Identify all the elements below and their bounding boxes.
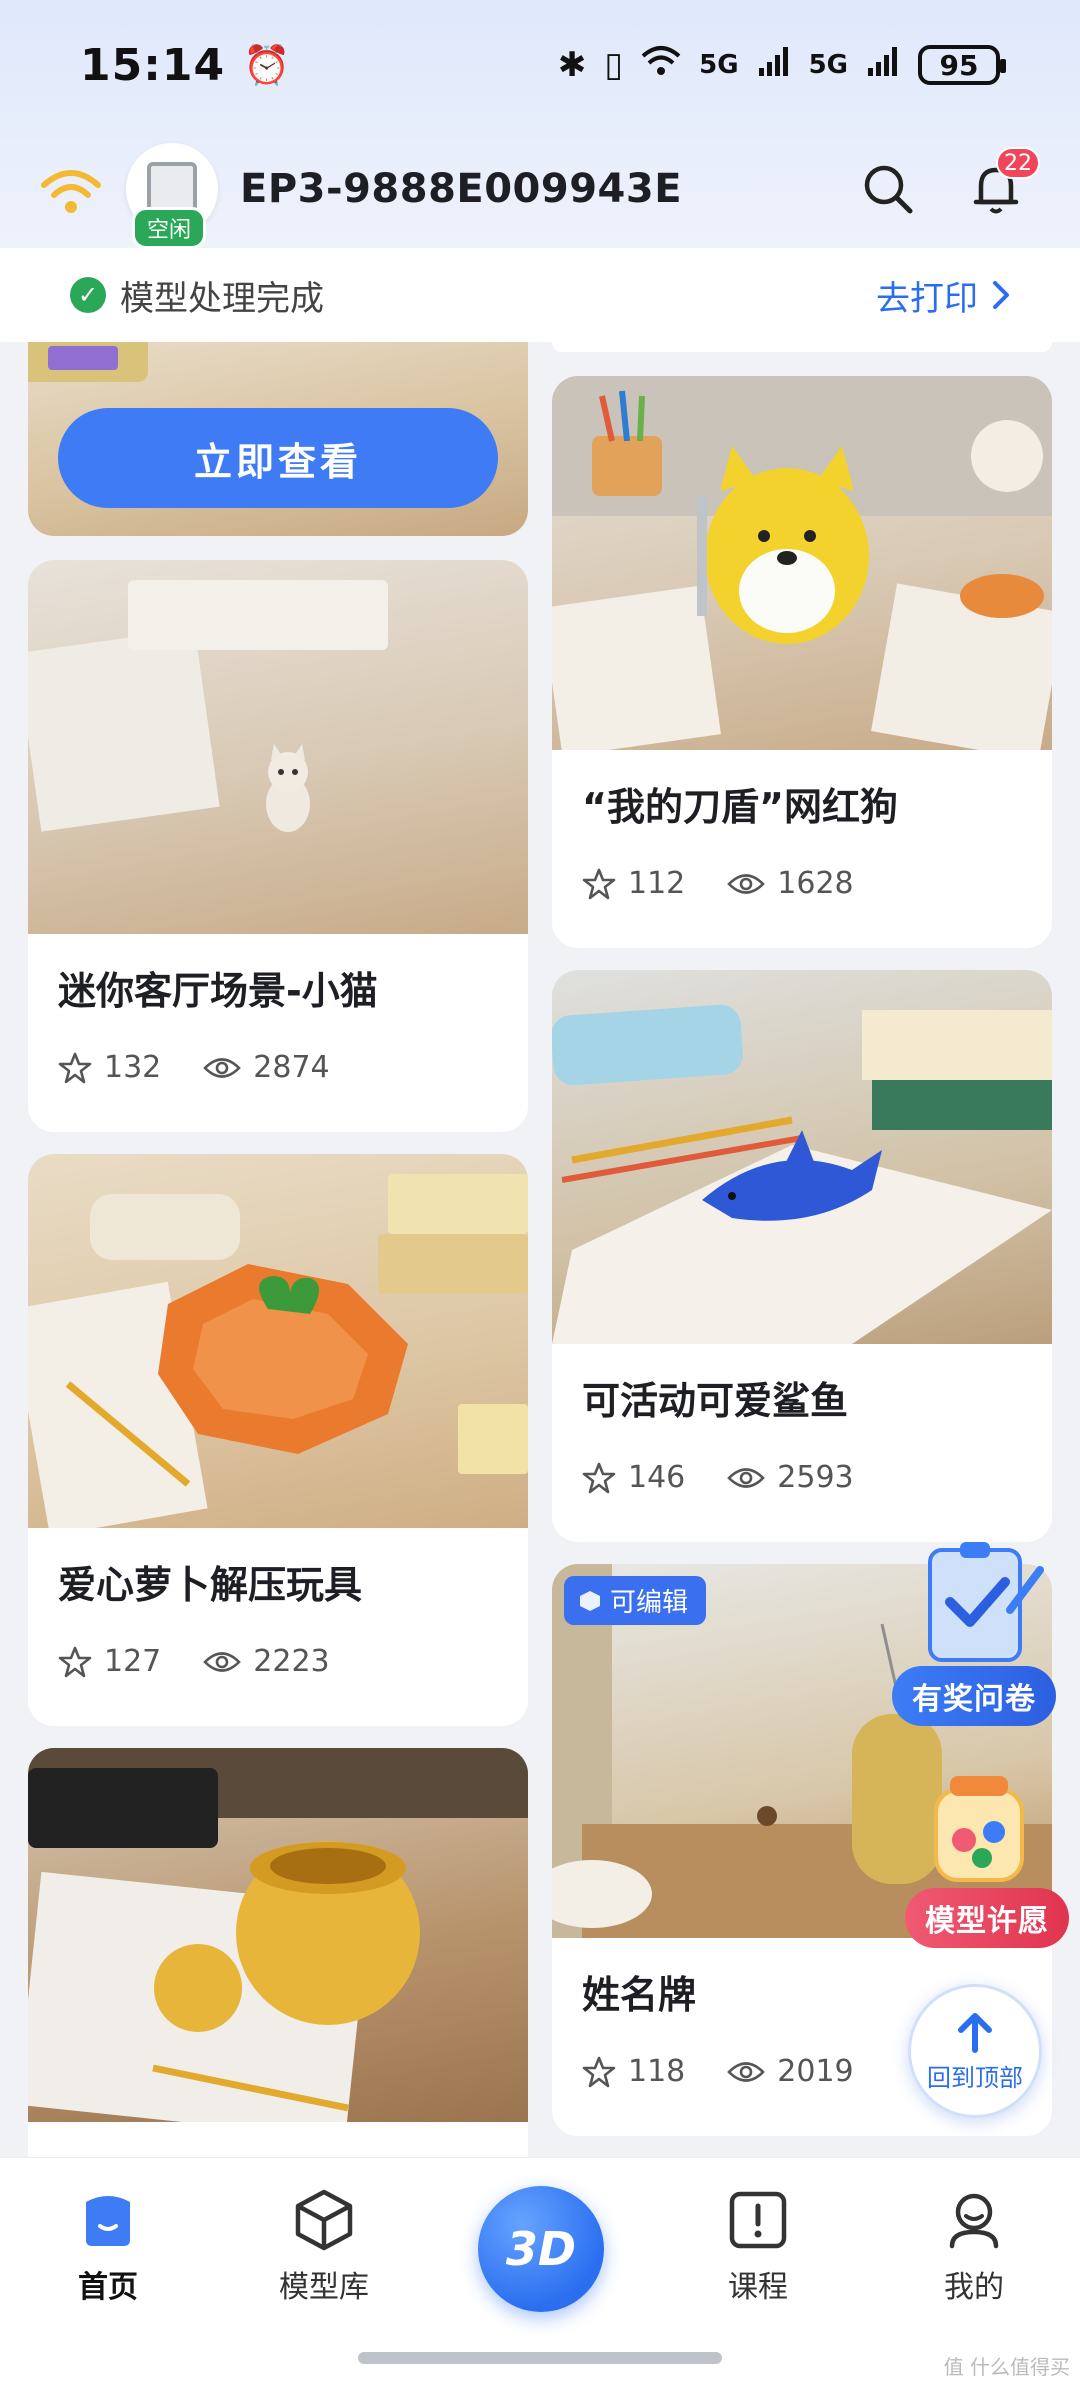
network-label-1: 5G — [699, 50, 739, 80]
process-status-text: 模型处理完成 — [120, 278, 324, 319]
star-icon — [58, 1052, 92, 1083]
model-title: 爱心萝卜解压玩具 — [58, 1563, 363, 1607]
model-title: 姓名牌 — [582, 1973, 697, 2017]
search-icon[interactable] — [860, 161, 916, 217]
nav-home[interactable]: 首页 — [38, 2188, 178, 2306]
editable-tag-label: 可编辑 — [610, 1588, 689, 1618]
wifi-status-icon — [641, 44, 681, 87]
eye-icon — [203, 1057, 242, 1078]
nav-model-library-label: 模型库 — [279, 2270, 369, 2305]
nav-home-label: 首页 — [78, 2270, 138, 2305]
eye-icon — [727, 873, 766, 894]
process-complete-banner: ✓ 模型处理完成 去打印 — [0, 248, 1080, 342]
star-count: 132 — [104, 1050, 162, 1085]
eye-icon — [727, 2061, 766, 2082]
nav-3d-button[interactable]: 3D — [478, 2186, 604, 2312]
eye-icon — [203, 1651, 242, 1672]
model-image — [28, 560, 528, 934]
model-wish-button[interactable]: 模型许愿 — [905, 1888, 1069, 1948]
check-circle-icon: ✓ — [70, 277, 106, 313]
network-label-2: 5G — [808, 50, 848, 80]
back-to-top-label: 回到顶部 — [927, 2063, 1023, 2092]
course-icon — [729, 2191, 787, 2249]
device-header: 空闲 EP3-9888E009943E 22 — [0, 130, 1080, 249]
star-icon — [582, 2056, 616, 2087]
vibrate-icon: ▯ — [604, 45, 624, 85]
status-time: 15:14 — [80, 39, 226, 91]
editable-tag: 可编辑 — [564, 1576, 707, 1625]
watermark: 值 什么值得买 — [943, 2355, 1070, 2379]
device-name[interactable]: EP3-9888E009943E — [240, 166, 682, 212]
home-icon — [86, 2196, 130, 2246]
model-image — [552, 970, 1052, 1344]
cube-icon — [295, 2189, 353, 2251]
model-stats: 118 2019 — [582, 2054, 896, 2089]
device-avatar[interactable]: 空闲 — [126, 143, 218, 249]
survey-clipboard-icon — [928, 1542, 1044, 1662]
model-image — [28, 1748, 528, 2140]
model-card[interactable] — [28, 1748, 528, 2157]
model-stats: 127 2223 — [58, 1644, 372, 1679]
status-bar: 15:14 ⏰ ✱ ▯ 5G 5G 95 — [0, 0, 1080, 130]
signal-icon-2 — [866, 44, 900, 87]
nav-model-library[interactable]: 模型库 — [254, 2188, 394, 2306]
nav-course[interactable]: 课程 — [688, 2188, 828, 2306]
back-to-top-button[interactable]: 回到顶部 — [908, 1984, 1042, 2118]
alarm-icon: ⏰ — [243, 42, 291, 87]
status-indicators: ✱ ▯ 5G 5G 95 — [557, 44, 1006, 87]
eye-icon — [727, 1467, 766, 1488]
star-count: 118 — [628, 2054, 686, 2089]
model-stats: 112 1628 — [582, 866, 896, 901]
cube-badge-icon — [580, 1590, 600, 1611]
star-count: 112 — [628, 866, 686, 901]
star-icon — [582, 1462, 616, 1493]
nav-profile-label: 我的 — [944, 2270, 1004, 2305]
star-icon — [58, 1646, 92, 1677]
chevron-right-icon — [993, 281, 1009, 309]
view-count: 1628 — [777, 866, 854, 901]
featured-card[interactable]: 立即查看 — [28, 342, 528, 536]
home-indicator[interactable] — [358, 2352, 722, 2364]
view-count: 2874 — [253, 1050, 330, 1085]
signal-icon — [757, 44, 791, 87]
model-title: “我的刀盾”网红狗 — [582, 785, 898, 829]
star-icon — [582, 868, 616, 899]
go-print-label: 去打印 — [876, 278, 978, 319]
view-count: 2593 — [777, 1460, 854, 1495]
model-card[interactable]: 爱心萝卜解压玩具 127 2223 — [28, 1154, 528, 1726]
battery-indicator: 95 — [918, 45, 1006, 85]
bluetooth-icon: ✱ — [557, 45, 587, 85]
model-card[interactable]: 迷你客厅场景-小猫 132 2874 — [28, 560, 528, 1132]
model-card[interactable]: “我的刀盾”网红狗 112 1628 — [552, 376, 1052, 948]
view-count: 2223 — [253, 1644, 330, 1679]
star-count: 146 — [628, 1460, 686, 1495]
model-stats: 132 2874 — [58, 1050, 372, 1085]
model-card[interactable]: 可活动可爱鲨鱼 146 2593 — [552, 970, 1052, 1542]
3d-icon: 3D — [505, 2222, 577, 2276]
go-print-link[interactable]: 去打印 — [876, 271, 1010, 320]
view-now-button[interactable]: 立即查看 — [58, 408, 498, 508]
device-status-badge: 空闲 — [132, 207, 207, 249]
model-image — [28, 1154, 528, 1537]
partial-card — [552, 342, 1052, 352]
view-count: 2019 — [777, 2054, 854, 2089]
nav-profile[interactable]: 我的 — [904, 2188, 1044, 2306]
model-image — [552, 376, 1052, 761]
model-title: 迷你客厅场景-小猫 — [58, 969, 378, 1013]
model-stats: 146 2593 — [582, 1460, 896, 1495]
notification-button[interactable]: 22 — [968, 147, 1040, 217]
wish-jar-icon — [934, 1776, 1024, 1882]
device-wifi-icon — [36, 159, 106, 219]
star-count: 127 — [104, 1644, 162, 1679]
arrow-up-icon — [958, 2012, 992, 2053]
notification-count-badge: 22 — [996, 147, 1040, 179]
model-title: 可活动可爱鲨鱼 — [582, 1379, 849, 1423]
nav-course-label: 课程 — [728, 2270, 788, 2305]
survey-button[interactable]: 有奖问卷 — [892, 1666, 1056, 1726]
profile-icon — [949, 2193, 999, 2249]
